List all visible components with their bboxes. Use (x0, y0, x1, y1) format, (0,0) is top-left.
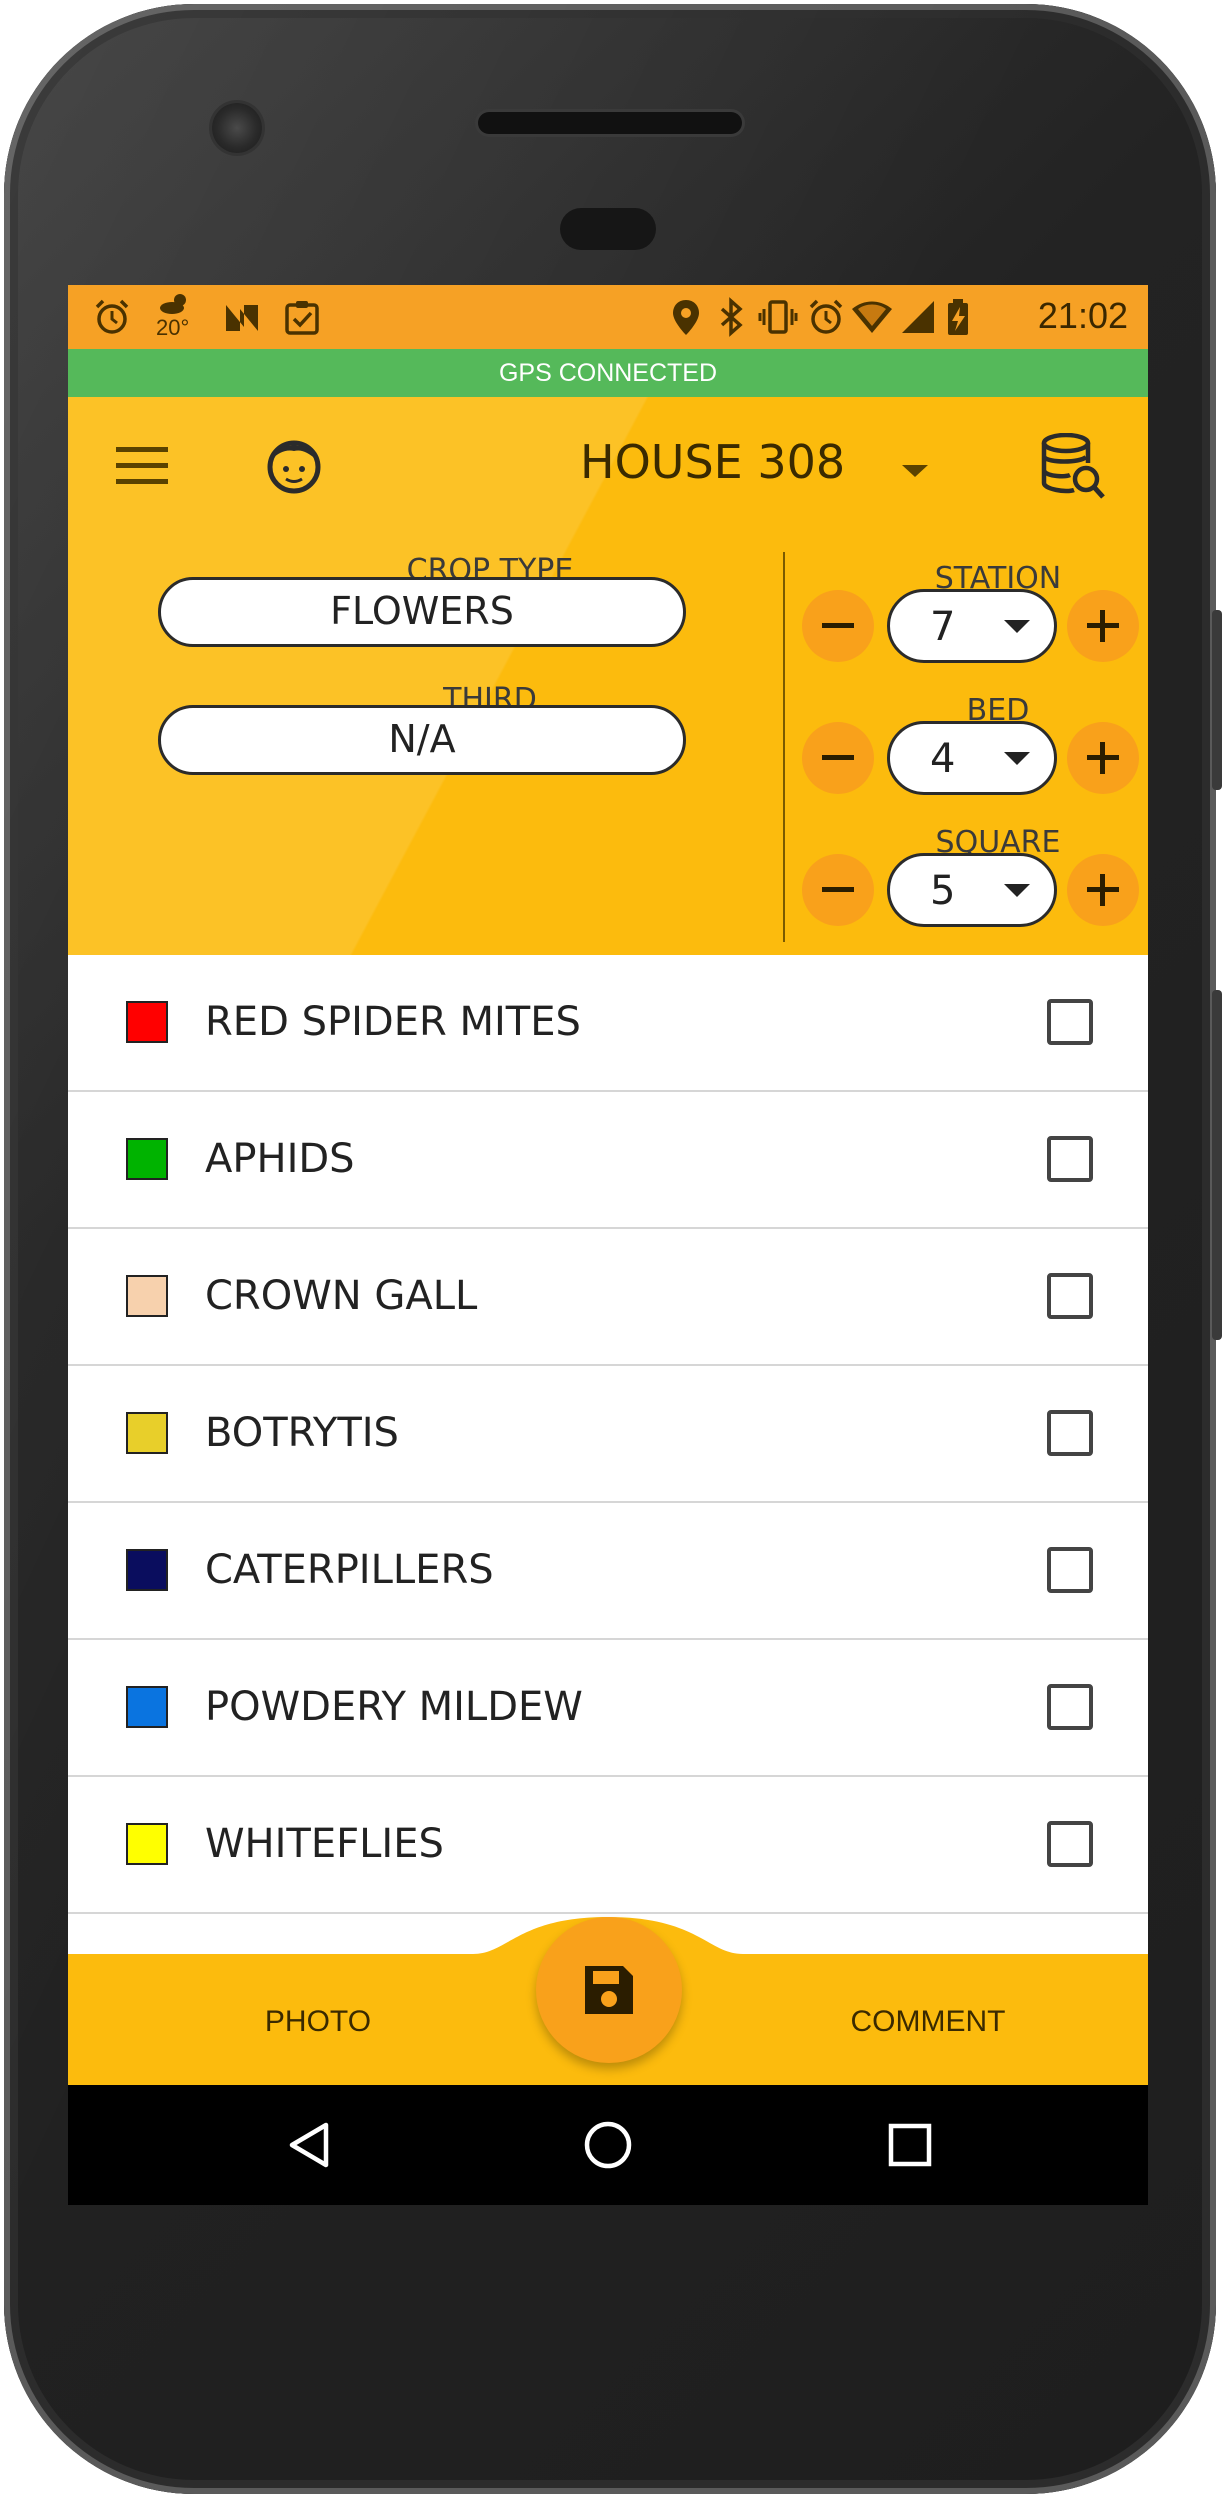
pest-label: CATERPILLERS (205, 1547, 494, 1593)
chevron-down-icon (1004, 620, 1030, 633)
n-app-icon (226, 305, 258, 331)
station-select[interactable]: 7 (887, 589, 1057, 663)
list-item[interactable]: CROWN GALL (68, 1229, 1148, 1366)
pest-list: RED SPIDER MITES APHIDS CROWN GALL BOTRY… (68, 955, 1148, 1975)
minus-icon (822, 623, 854, 628)
weather-icon (160, 294, 186, 314)
battery-charging-icon (948, 299, 968, 335)
bed-select[interactable]: 4 (887, 721, 1057, 795)
pest-checkbox[interactable] (1047, 1273, 1093, 1319)
user-avatar-icon[interactable] (264, 435, 324, 497)
home-icon[interactable] (582, 2119, 634, 2171)
power-button (1212, 990, 1222, 1340)
color-swatch (126, 1549, 168, 1591)
front-camera (212, 103, 262, 153)
color-swatch (126, 1823, 168, 1865)
house-title[interactable]: HOUSE 308 (580, 435, 860, 489)
header-panel: HOUSE 308 CROP TYPE FLOWERS THIRD N/A ST… (68, 397, 1148, 955)
location-icon (673, 300, 699, 335)
crop-type-field[interactable]: FLOWERS (158, 577, 686, 647)
list-item[interactable]: RED SPIDER MITES (68, 955, 1148, 1092)
color-swatch (126, 1275, 168, 1317)
pest-label: BOTRYTIS (205, 1410, 399, 1456)
square-increment-button[interactable] (1067, 854, 1139, 926)
list-item[interactable]: APHIDS (68, 1092, 1148, 1229)
recents-icon[interactable] (886, 2121, 934, 2169)
plus-icon (1087, 610, 1119, 642)
list-item[interactable]: WHITEFLIES (68, 1777, 1148, 1914)
station-decrement-button[interactable] (802, 590, 874, 662)
alarm-icon (809, 299, 843, 334)
bed-increment-button[interactable] (1067, 722, 1139, 794)
list-item[interactable]: BOTRYTIS (68, 1366, 1148, 1503)
plus-icon (1087, 874, 1119, 906)
vibrate-icon (758, 300, 798, 334)
clipboard-check-icon (285, 301, 319, 335)
color-swatch (126, 1412, 168, 1454)
pest-label: APHIDS (205, 1136, 355, 1182)
gps-status-banner: GPS CONNECTED (68, 349, 1148, 397)
header-divider (783, 552, 785, 942)
pest-checkbox[interactable] (1047, 1136, 1093, 1182)
pest-checkbox[interactable] (1047, 1684, 1093, 1730)
minus-icon (822, 887, 854, 892)
pest-checkbox[interactable] (1047, 1821, 1093, 1867)
status-bar: 20° 21:02 (68, 285, 1148, 349)
pest-label: CROWN GALL (205, 1273, 478, 1319)
status-time: 21:02 (1037, 295, 1128, 336)
list-item[interactable]: CATERPILLERS (68, 1503, 1148, 1640)
plus-icon (1087, 742, 1119, 774)
volume-button (1212, 610, 1222, 790)
square-select[interactable]: 5 (887, 853, 1057, 927)
minus-icon (822, 755, 854, 760)
save-button[interactable] (536, 1917, 682, 2063)
station-increment-button[interactable] (1067, 590, 1139, 662)
database-search-icon[interactable] (1040, 433, 1106, 503)
chevron-down-icon (1004, 884, 1030, 897)
weather-widget: 20° (154, 291, 194, 343)
comment-button[interactable]: COMMENT (828, 2005, 1028, 2039)
photo-button[interactable]: PHOTO (218, 2005, 418, 2039)
wifi-icon (852, 301, 892, 333)
alarm-icon (95, 299, 129, 334)
pest-label: POWDERY MILDEW (205, 1684, 583, 1730)
square-decrement-button[interactable] (802, 854, 874, 926)
color-swatch (126, 1138, 168, 1180)
color-swatch (126, 1686, 168, 1728)
earpiece-speaker (478, 112, 742, 134)
bed-value: 4 (930, 736, 956, 782)
pest-label: WHITEFLIES (205, 1821, 444, 1867)
proximity-sensor (560, 208, 656, 250)
hamburger-menu-icon[interactable] (116, 443, 172, 489)
third-field[interactable]: N/A (158, 705, 686, 775)
navigation-bar (68, 2085, 1148, 2205)
back-icon[interactable] (284, 2119, 336, 2171)
weather-temp: 20° (156, 315, 190, 340)
pest-label: RED SPIDER MITES (205, 999, 581, 1045)
list-item[interactable]: POWDERY MILDEW (68, 1640, 1148, 1777)
pest-checkbox[interactable] (1047, 1547, 1093, 1593)
bed-decrement-button[interactable] (802, 722, 874, 794)
station-value: 7 (930, 604, 956, 650)
bluetooth-icon (720, 297, 743, 337)
chevron-down-icon (1004, 752, 1030, 765)
chevron-down-icon[interactable] (900, 463, 930, 479)
pest-checkbox[interactable] (1047, 1410, 1093, 1456)
signal-icon (902, 301, 934, 333)
app-screen: 20° 21:02 GPS CONNECTED HOUSE 308 CROP T… (68, 285, 1148, 2205)
save-icon (585, 1966, 633, 2014)
pest-checkbox[interactable] (1047, 999, 1093, 1045)
square-value: 5 (930, 868, 956, 914)
color-swatch (126, 1001, 168, 1043)
